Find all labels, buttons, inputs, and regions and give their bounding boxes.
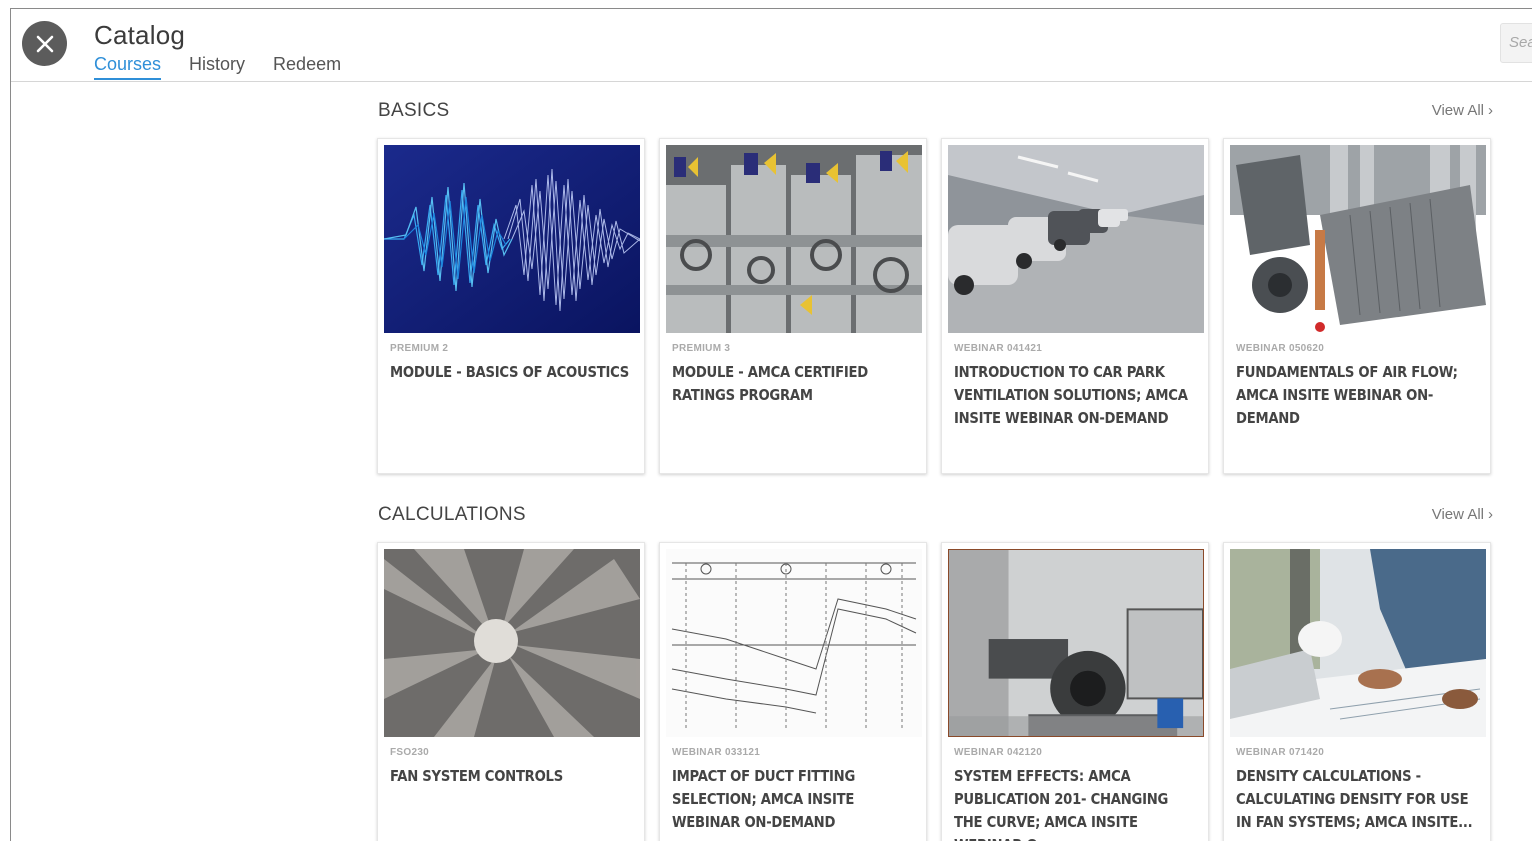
course-title: FUNDAMENTALS OF AIR FLOW; AMCA INSITE WE…	[1236, 363, 1458, 427]
sound-wave-image	[384, 145, 640, 333]
course-code: WEBINAR 050620	[1236, 343, 1325, 354]
course-title: INTRODUCTION TO CAR PARK VENTILATION SOL…	[954, 363, 1188, 427]
section-title: CALCULATIONS	[378, 504, 526, 525]
course-code: WEBINAR 071420	[1236, 747, 1325, 758]
chevron-right-icon: ›	[1488, 102, 1493, 119]
course-title: MODULE - AMCA CERTIFIED RATINGS PROGRAM	[672, 363, 869, 404]
ductwork-valves-image	[666, 145, 922, 333]
course-title: FAN SYSTEM CONTROLS	[390, 767, 563, 785]
section-calculations: CALCULATIONS View All › FSO230 FAN SYSTE…	[377, 504, 1493, 841]
catalog-header: Catalog Courses History Redeem	[11, 9, 1532, 82]
course-card[interactable]: FSO230 FAN SYSTEM CONTROLS	[377, 542, 645, 841]
course-title: SYSTEM EFFECTS: AMCA PUBLICATION 201- CH…	[954, 767, 1169, 841]
search-input[interactable]	[1509, 34, 1532, 51]
course-card[interactable]: WEBINAR 050620 FUNDAMENTALS OF AIR FLOW;…	[1223, 138, 1491, 474]
view-all-link[interactable]: View All ›	[1432, 102, 1493, 119]
tab-courses[interactable]: Courses	[94, 54, 162, 80]
course-card[interactable]: PREMIUM 3 MODULE - AMCA CERTIFIED RATING…	[659, 138, 927, 474]
course-code: PREMIUM 3	[672, 343, 731, 354]
section-header: CALCULATIONS View All ›	[377, 504, 1493, 536]
tab-bar: Courses History Redeem	[94, 54, 341, 80]
course-card[interactable]: WEBINAR 071420 DENSITY CALCULATIONS - CA…	[1223, 542, 1491, 841]
centrifugal-fan-image	[948, 549, 1204, 737]
section-basics: BASICS View All › PREMIUM 2 MODULE - BAS…	[377, 100, 1493, 474]
course-code: WEBINAR 041421	[954, 343, 1043, 354]
course-card[interactable]: PREMIUM 2 MODULE - BASICS OF ACOUSTICS	[377, 138, 645, 474]
course-card[interactable]: WEBINAR 041421 INTRODUCTION TO CAR PARK …	[941, 138, 1209, 474]
parking-garage-image	[948, 145, 1204, 333]
search-box[interactable]	[1500, 23, 1532, 63]
chevron-right-icon: ›	[1488, 506, 1493, 523]
fan-blades-image	[384, 549, 640, 737]
course-title: DENSITY CALCULATIONS - CALCULATING DENSI…	[1236, 767, 1473, 831]
course-title: MODULE - BASICS OF ACOUSTICS	[390, 363, 630, 381]
view-all-link[interactable]: View All ›	[1432, 506, 1493, 523]
engineer-blueprint-image	[1230, 549, 1486, 737]
section-header: BASICS View All ›	[377, 100, 1493, 132]
view-all-label: View All	[1431, 102, 1484, 119]
course-title: IMPACT OF DUCT FITTING SELECTION; AMCA I…	[672, 767, 856, 831]
course-card-row: FSO230 FAN SYSTEM CONTROLS WEBINAR 03312…	[377, 542, 1493, 841]
course-card[interactable]: WEBINAR 033121 IMPACT OF DUCT FITTING SE…	[659, 542, 927, 841]
tab-redeem[interactable]: Redeem	[273, 54, 341, 80]
catalog-window: Catalog Courses History Redeem BASICS Vi…	[10, 8, 1532, 841]
course-code: PREMIUM 2	[390, 343, 449, 354]
close-icon	[36, 35, 53, 52]
tab-history[interactable]: History	[189, 54, 245, 80]
page-title: Catalog	[94, 20, 186, 50]
close-button[interactable]	[22, 21, 67, 66]
pressure-diagram-image	[666, 549, 922, 737]
air-handling-equipment-image	[1230, 145, 1486, 333]
section-title: BASICS	[378, 100, 450, 121]
view-all-label: View All	[1431, 506, 1484, 523]
course-code: WEBINAR 033121	[672, 747, 761, 758]
course-code: WEBINAR 042120	[954, 747, 1043, 758]
course-card-row: PREMIUM 2 MODULE - BASICS OF ACOUSTICS P…	[377, 138, 1493, 474]
course-card[interactable]: WEBINAR 042120 SYSTEM EFFECTS: AMCA PUBL…	[941, 542, 1209, 841]
course-code: FSO230	[390, 747, 430, 758]
